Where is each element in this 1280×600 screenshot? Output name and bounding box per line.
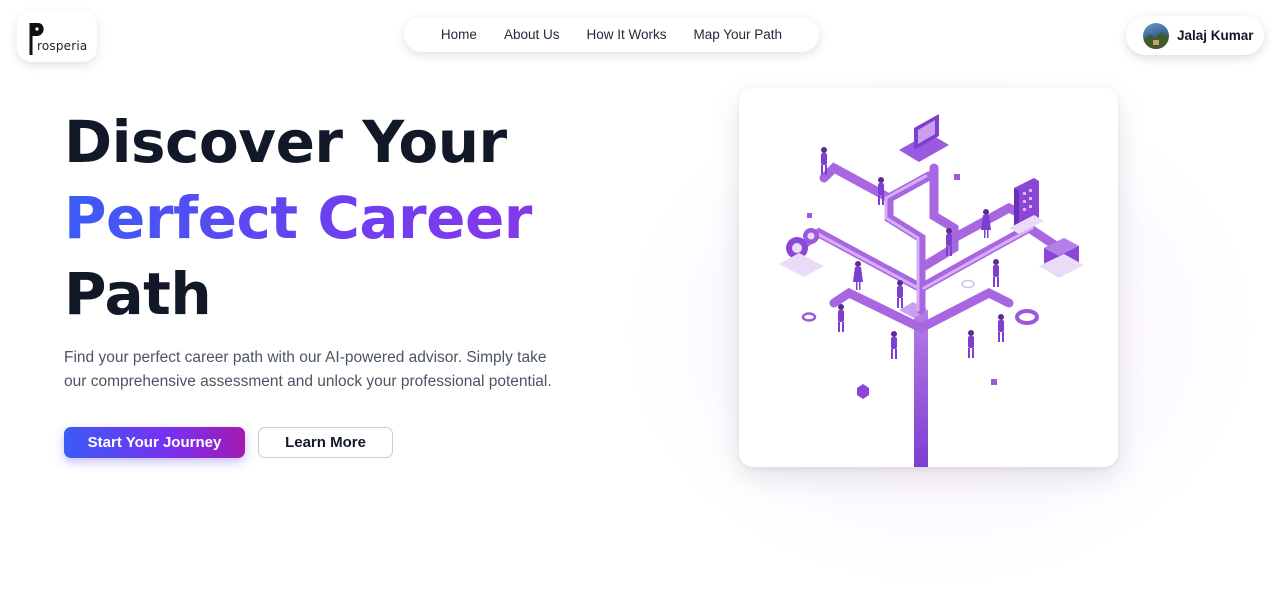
hero-title-line-3: Path [64, 260, 212, 328]
start-your-journey-button[interactable]: Start Your Journey [64, 427, 245, 458]
nav-how-it-works[interactable]: How It Works [586, 27, 666, 42]
nav-home[interactable]: Home [441, 27, 477, 42]
nav-about-us[interactable]: About Us [504, 27, 560, 42]
logo[interactable]: rosperia [17, 11, 97, 62]
hero-title-line-2: Perfect Career [64, 180, 624, 256]
career-tree-illustration [739, 88, 1118, 467]
avatar [1143, 22, 1169, 49]
hero-title-line-1: Discover Your [64, 108, 507, 176]
hero-description: Find your perfect career path with our A… [64, 349, 552, 390]
learn-more-button[interactable]: Learn More [258, 427, 393, 458]
hero-title: Discover Your Perfect Career Path [64, 104, 624, 332]
avatar-photo-icon [1143, 31, 1169, 49]
logo-text: rosperia [37, 39, 88, 53]
user-menu[interactable]: Jalaj Kumar [1126, 16, 1264, 55]
user-name: Jalaj Kumar [1177, 28, 1254, 43]
nav-map-your-path[interactable]: Map Your Path [693, 27, 782, 42]
career-tree-icon [779, 114, 1084, 467]
main-nav: Home About Us How It Works Map Your Path [404, 17, 819, 52]
